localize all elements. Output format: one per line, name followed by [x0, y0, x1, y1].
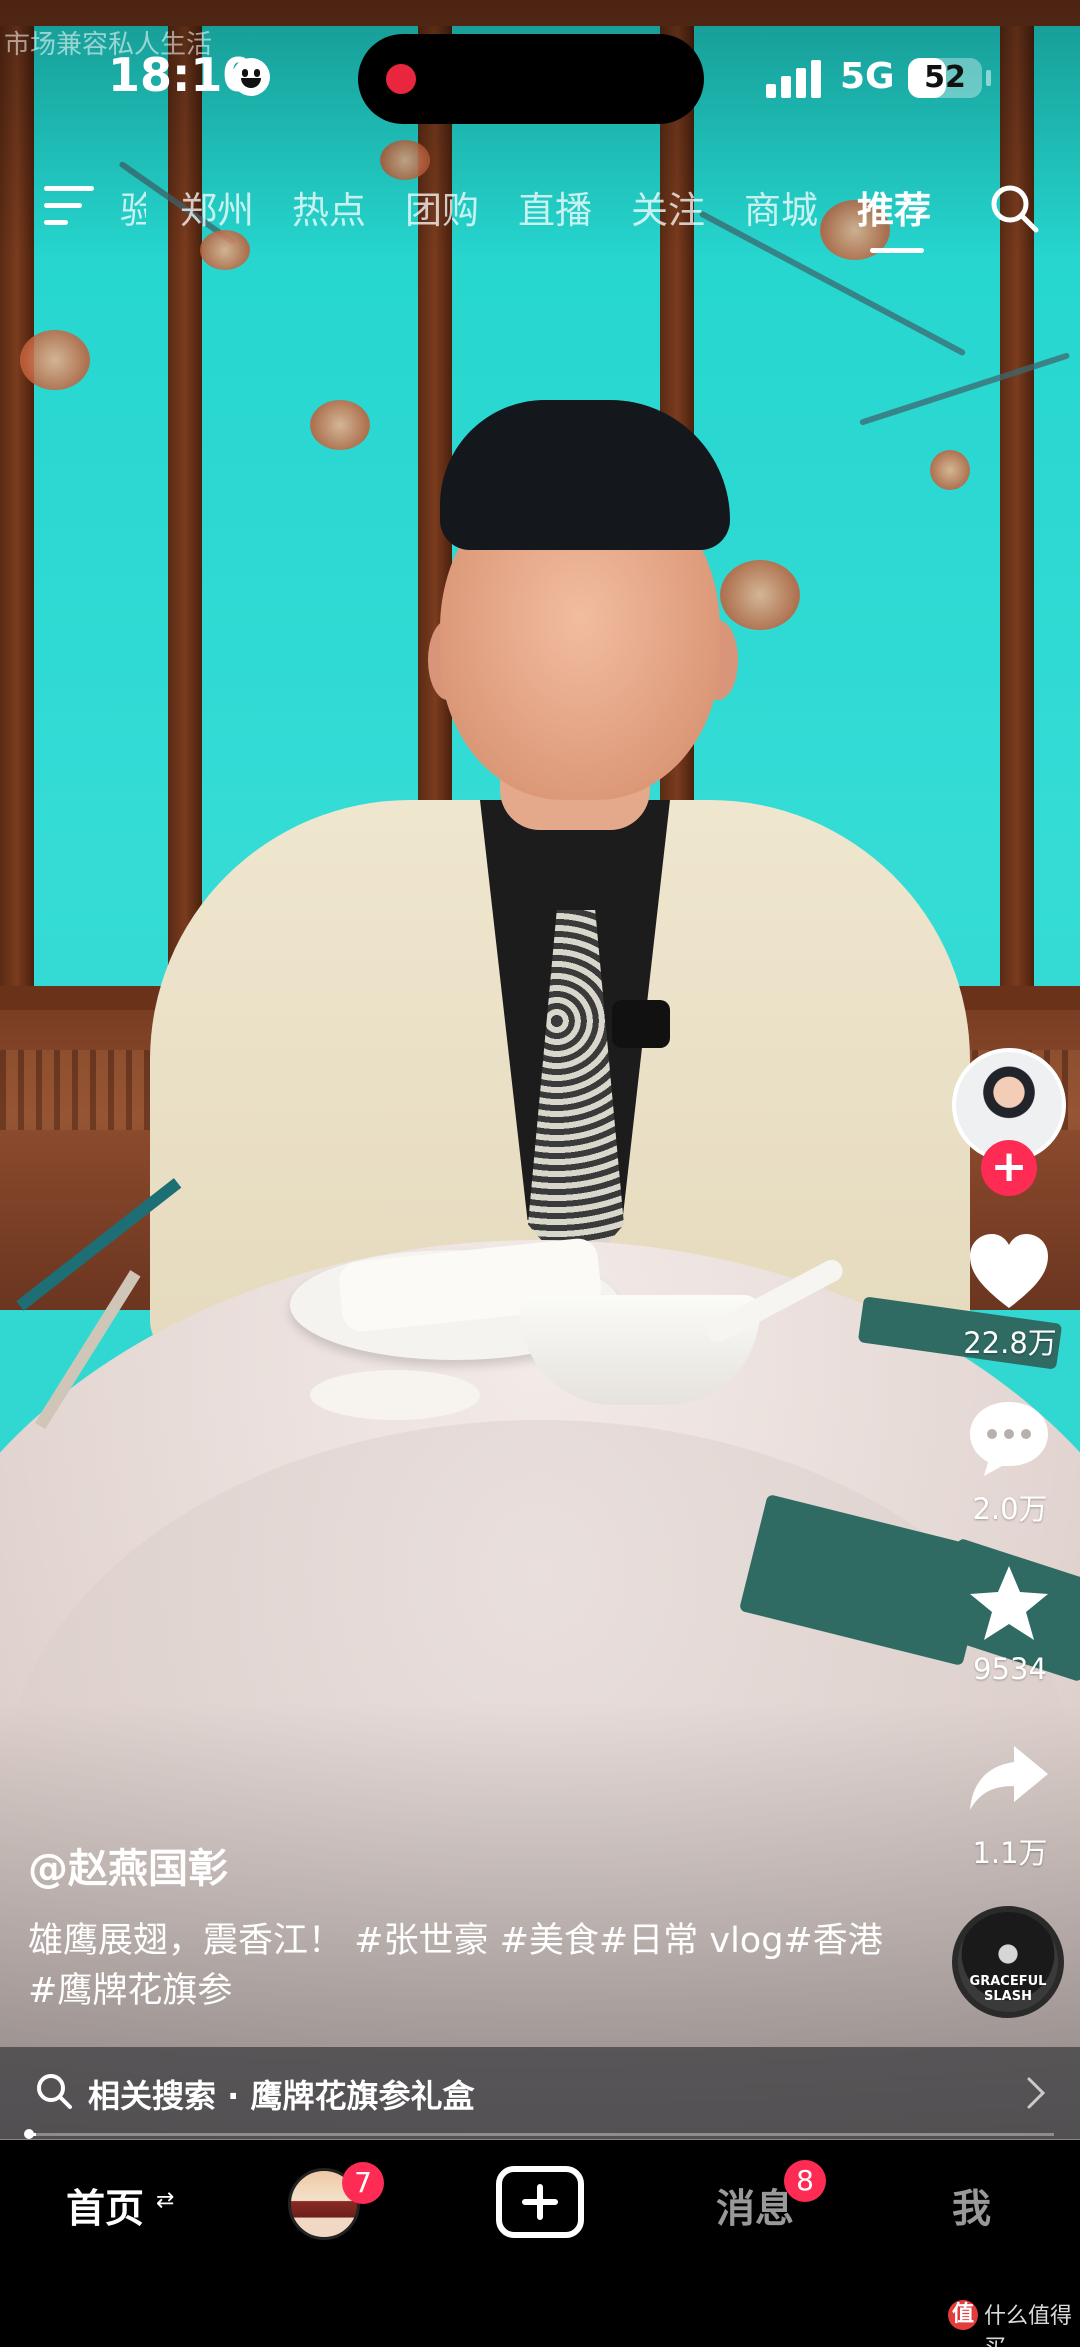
search-icon	[37, 2074, 72, 2109]
comment-icon[interactable]	[966, 1398, 1052, 1478]
blossom-painting	[20, 330, 90, 390]
smiley-icon	[232, 58, 270, 96]
video-progress-bar[interactable]	[26, 2133, 1054, 2136]
star-icon[interactable]	[966, 1564, 1052, 1644]
tab-mall[interactable]: 商城	[744, 180, 818, 234]
tab-hot[interactable]: 热点	[292, 180, 366, 234]
blossom-painting	[720, 560, 800, 630]
chevron-right-icon	[1027, 2077, 1046, 2109]
tab-partial[interactable]: 验	[120, 180, 146, 234]
favorite-count: 9534	[973, 1652, 1047, 1686]
share-count: 1.1万	[972, 1836, 1048, 1870]
swap-icon: ⇄	[156, 2188, 175, 2213]
bottom-nav: 首页 ⇄ 7 消息 8 我 值 什么值得买	[0, 2140, 1080, 2347]
music-disc-label: GRACEFUL SLASH	[969, 1974, 1047, 2004]
lapel-mic	[612, 1000, 670, 1048]
nav-home[interactable]: 首页	[66, 2178, 144, 2234]
smzdm-logo: 值	[948, 2300, 978, 2330]
video-caption[interactable]: 雄鹰展翅，震香江！ #张世豪 #美食#日常 vlog#香港#鹰牌花旗参	[28, 1916, 888, 2016]
active-tab-indicator	[870, 248, 924, 253]
tab-following[interactable]: 关注	[631, 180, 705, 234]
messages-badge: 8	[784, 2160, 826, 2202]
tab-recommend[interactable]: 推荐	[857, 180, 931, 234]
blossom-painting	[930, 450, 970, 490]
tab-group-buy[interactable]: 团购	[405, 180, 479, 234]
like-count: 22.8万	[963, 1326, 1057, 1360]
video-player[interactable]: 市场兼容私人生活	[0, 0, 1080, 2140]
friends-badge: 7	[342, 2162, 384, 2204]
tea-cup	[310, 1370, 480, 1420]
share-icon[interactable]	[966, 1740, 1052, 1820]
network-type: 5G	[840, 56, 895, 97]
blossom-painting	[310, 400, 370, 450]
branch-painting	[859, 352, 1071, 426]
menu-icon[interactable]	[44, 186, 94, 226]
battery-cap	[986, 70, 991, 86]
create-button[interactable]	[496, 2166, 584, 2238]
progress-handle[interactable]	[24, 2129, 34, 2139]
signal-icon	[766, 60, 822, 98]
music-disc[interactable]: GRACEFUL SLASH	[952, 1906, 1064, 2018]
related-search-text: 相关搜索 · 鹰牌花旗参礼盒	[88, 2077, 475, 2115]
search-icon[interactable]	[988, 182, 1040, 234]
nav-me[interactable]: 我	[952, 2178, 991, 2234]
heart-icon[interactable]	[966, 1232, 1052, 1312]
tab-zhengzhou[interactable]: 郑州	[180, 180, 254, 234]
tab-live[interactable]: 直播	[518, 180, 592, 234]
site-watermark: 什么值得买	[984, 2304, 1073, 2347]
battery-percent: 52	[924, 60, 966, 95]
author-name[interactable]: @赵燕国彰	[28, 1836, 228, 1894]
nav-messages[interactable]: 消息	[716, 2178, 794, 2234]
follow-button[interactable]: +	[981, 1140, 1037, 1196]
related-search-bar[interactable]: 相关搜索 · 鹰牌花旗参礼盒	[0, 2047, 1080, 2139]
recording-icon	[386, 64, 416, 94]
comment-count: 2.0万	[972, 1492, 1048, 1526]
